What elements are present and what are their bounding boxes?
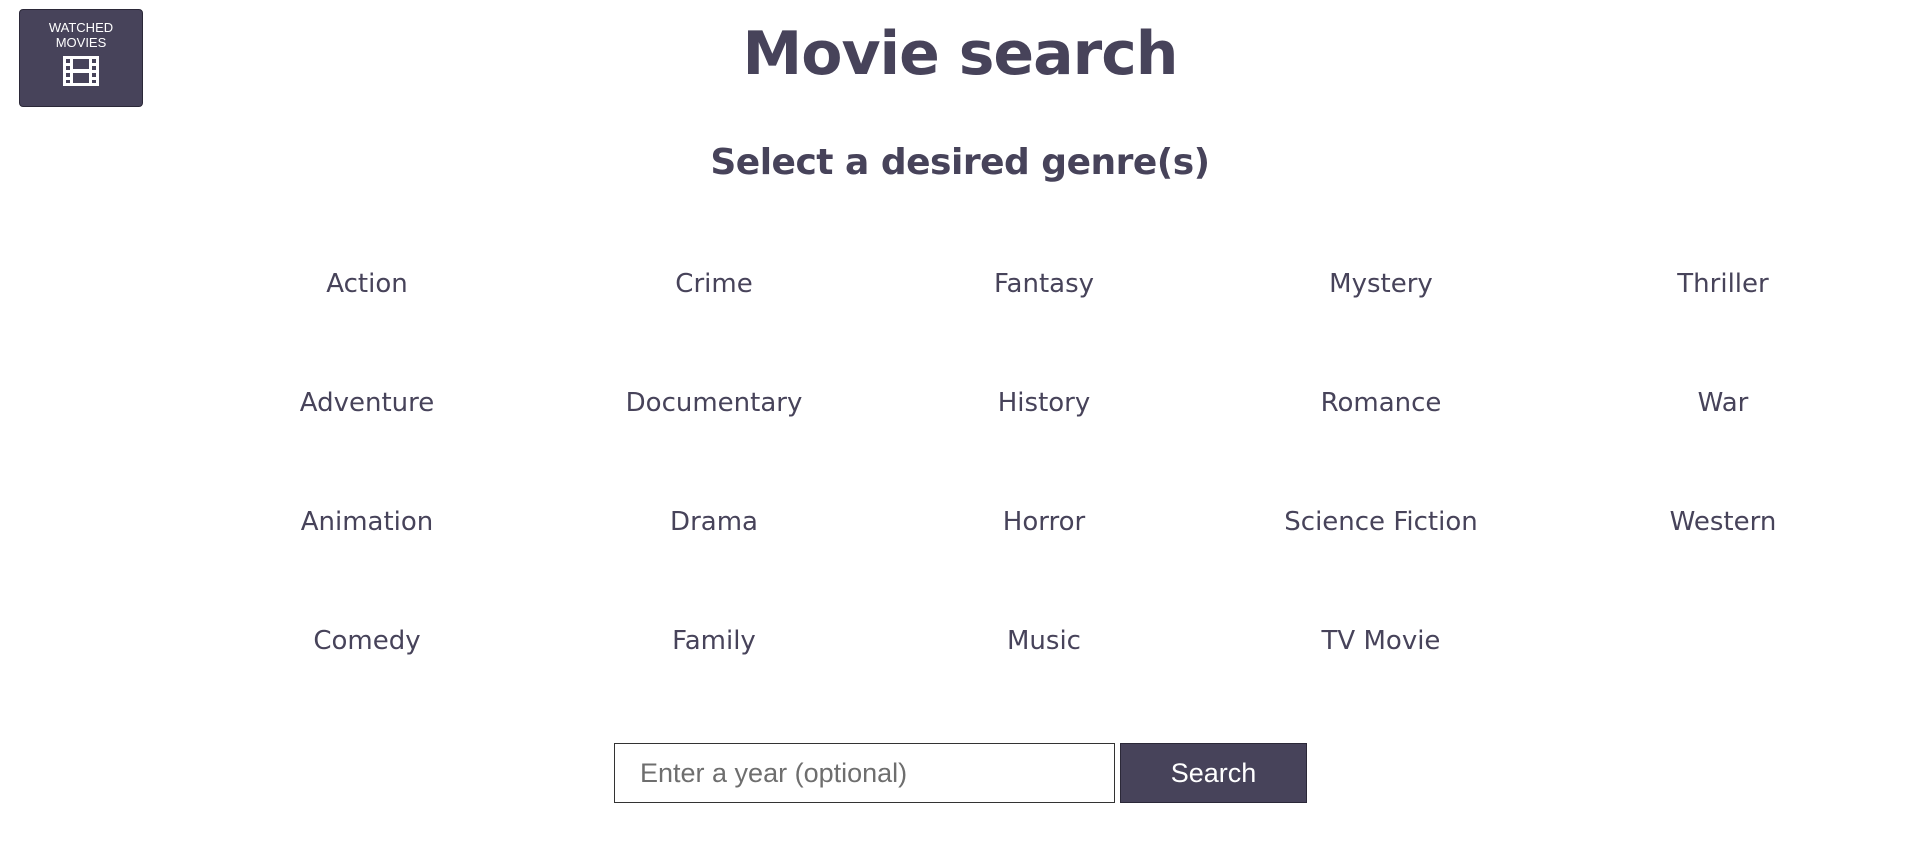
genre-western[interactable]: Western (1573, 502, 1873, 542)
genre-war[interactable]: War (1573, 383, 1873, 423)
genre-tv-movie[interactable]: TV Movie (1231, 621, 1531, 661)
genre-animation[interactable]: Animation (217, 502, 517, 542)
search-button[interactable]: Search (1120, 743, 1307, 803)
genre-fantasy[interactable]: Fantasy (894, 264, 1194, 304)
genre-comedy[interactable]: Comedy (217, 621, 517, 661)
genre-science-fiction[interactable]: Science Fiction (1231, 502, 1531, 542)
genre-music[interactable]: Music (894, 621, 1194, 661)
page-subtitle: Select a desired genre(s) (710, 142, 1210, 183)
genre-action[interactable]: Action (217, 264, 517, 304)
genre-history[interactable]: History (894, 383, 1194, 423)
genre-romance[interactable]: Romance (1231, 383, 1531, 423)
genre-adventure[interactable]: Adventure (217, 383, 517, 423)
genre-documentary[interactable]: Documentary (564, 383, 864, 423)
genre-thriller[interactable]: Thriller (1573, 264, 1873, 304)
year-input[interactable] (614, 743, 1115, 803)
page-title: Movie search (742, 19, 1179, 89)
genre-crime[interactable]: Crime (564, 264, 864, 304)
genre-family[interactable]: Family (564, 621, 864, 661)
genre-horror[interactable]: Horror (894, 502, 1194, 542)
genre-drama[interactable]: Drama (564, 502, 864, 542)
genre-mystery[interactable]: Mystery (1231, 264, 1531, 304)
movie-search-page: WATCHED MOVIES Movie search Select a des… (0, 0, 1920, 867)
